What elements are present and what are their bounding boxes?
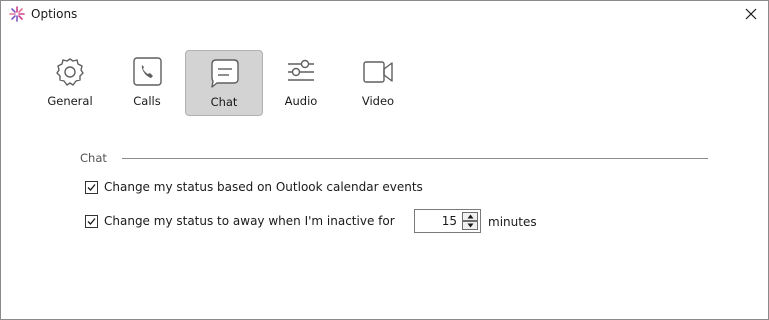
outlook-calendar-status-checkbox[interactable]: [85, 181, 98, 194]
tab-video[interactable]: Video: [339, 50, 417, 116]
audio-sliders-icon: [283, 56, 319, 88]
window-title: Options: [31, 7, 78, 21]
tab-calls-label: Calls: [133, 94, 161, 108]
close-icon: [745, 5, 757, 24]
chat-section-header: Chat: [80, 151, 708, 165]
tab-general[interactable]: General: [31, 50, 109, 116]
star-logo-icon: [9, 6, 25, 22]
tab-calls[interactable]: Calls: [108, 50, 186, 116]
tab-chat[interactable]: Chat: [185, 50, 263, 116]
away-when-inactive-checkbox[interactable]: [85, 215, 98, 228]
chat-bubble-icon: [206, 57, 242, 89]
tab-audio-label: Audio: [284, 94, 318, 108]
video-camera-icon: [360, 56, 396, 88]
section-divider: [122, 158, 708, 159]
inactive-minutes-value[interactable]: 15: [442, 214, 457, 228]
gear-icon: [52, 56, 88, 88]
title-bar: Options: [1, 1, 768, 27]
spin-down-button[interactable]: [462, 221, 478, 230]
tab-video-label: Video: [361, 94, 395, 108]
options-window: Options General Calls Chat Audio Video C…: [0, 0, 769, 320]
tab-chat-label: Chat: [210, 95, 238, 109]
phone-icon: [129, 56, 165, 88]
outlook-calendar-status-label[interactable]: Change my status based on Outlook calend…: [104, 179, 423, 195]
inactive-minutes-spinbox[interactable]: 15: [414, 209, 481, 233]
tab-audio[interactable]: Audio: [262, 50, 340, 116]
spin-up-button[interactable]: [462, 212, 478, 221]
section-title: Chat: [80, 151, 107, 165]
tab-general-label: General: [47, 94, 93, 108]
close-button[interactable]: [734, 1, 768, 27]
minutes-unit-label: minutes: [488, 215, 537, 229]
away-when-inactive-label[interactable]: Change my status to away when I'm inacti…: [104, 213, 395, 229]
